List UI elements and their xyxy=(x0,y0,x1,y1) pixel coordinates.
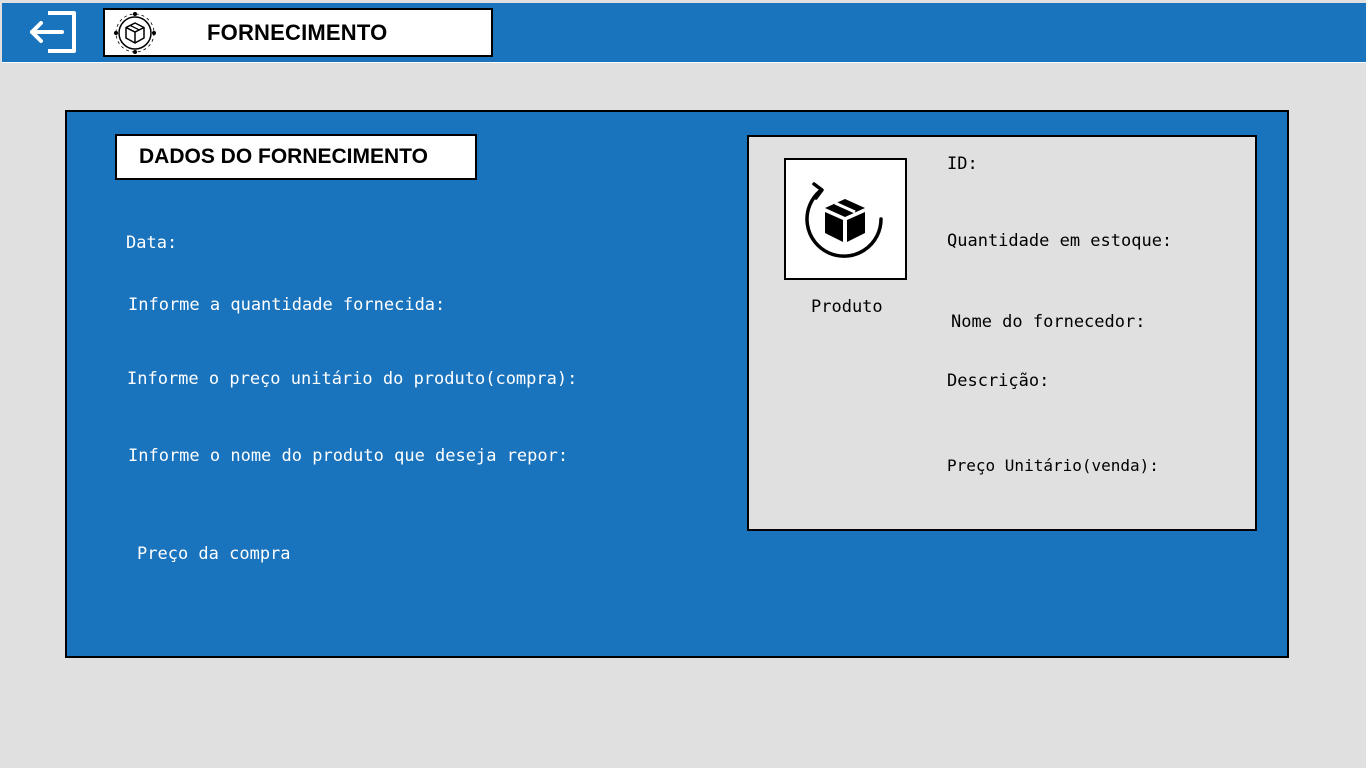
quantity-label: Informe a quantidade fornecida: xyxy=(128,295,446,315)
sale-price-label: Preço Unitário(venda): xyxy=(947,456,1159,475)
description-label: Descrição: xyxy=(947,371,1050,391)
supply-form-panel: DADOS DO FORNECIMENTO Data: Informe a qu… xyxy=(65,110,1289,658)
stock-quantity-label: Quantidade em estoque: xyxy=(947,231,1173,251)
product-caption: Produto xyxy=(811,297,883,317)
purchase-price-button[interactable]: Preço da compra xyxy=(137,544,291,564)
date-label: Data: xyxy=(126,233,178,253)
top-bar: FORNECIMENTO xyxy=(2,3,1366,63)
section-title: DADOS DO FORNECIMENTO xyxy=(139,145,428,168)
product-name-label: Informe o nome do produto que deseja rep… xyxy=(128,446,569,466)
supplier-name-label: Nome do fornecedor: xyxy=(951,312,1146,332)
exit-icon[interactable] xyxy=(26,7,80,57)
page-title-box: FORNECIMENTO xyxy=(103,8,493,57)
unit-price-label: Informe o preço unitário do produto(comp… xyxy=(127,369,578,389)
product-id-label: ID: xyxy=(947,154,978,174)
section-header: DADOS DO FORNECIMENTO xyxy=(115,134,477,180)
package-logo-icon xyxy=(113,12,157,54)
product-card: Produto ID: Quantidade em estoque: Nome … xyxy=(747,135,1257,531)
page-title: FORNECIMENTO xyxy=(207,20,388,45)
product-box-icon xyxy=(784,158,907,280)
